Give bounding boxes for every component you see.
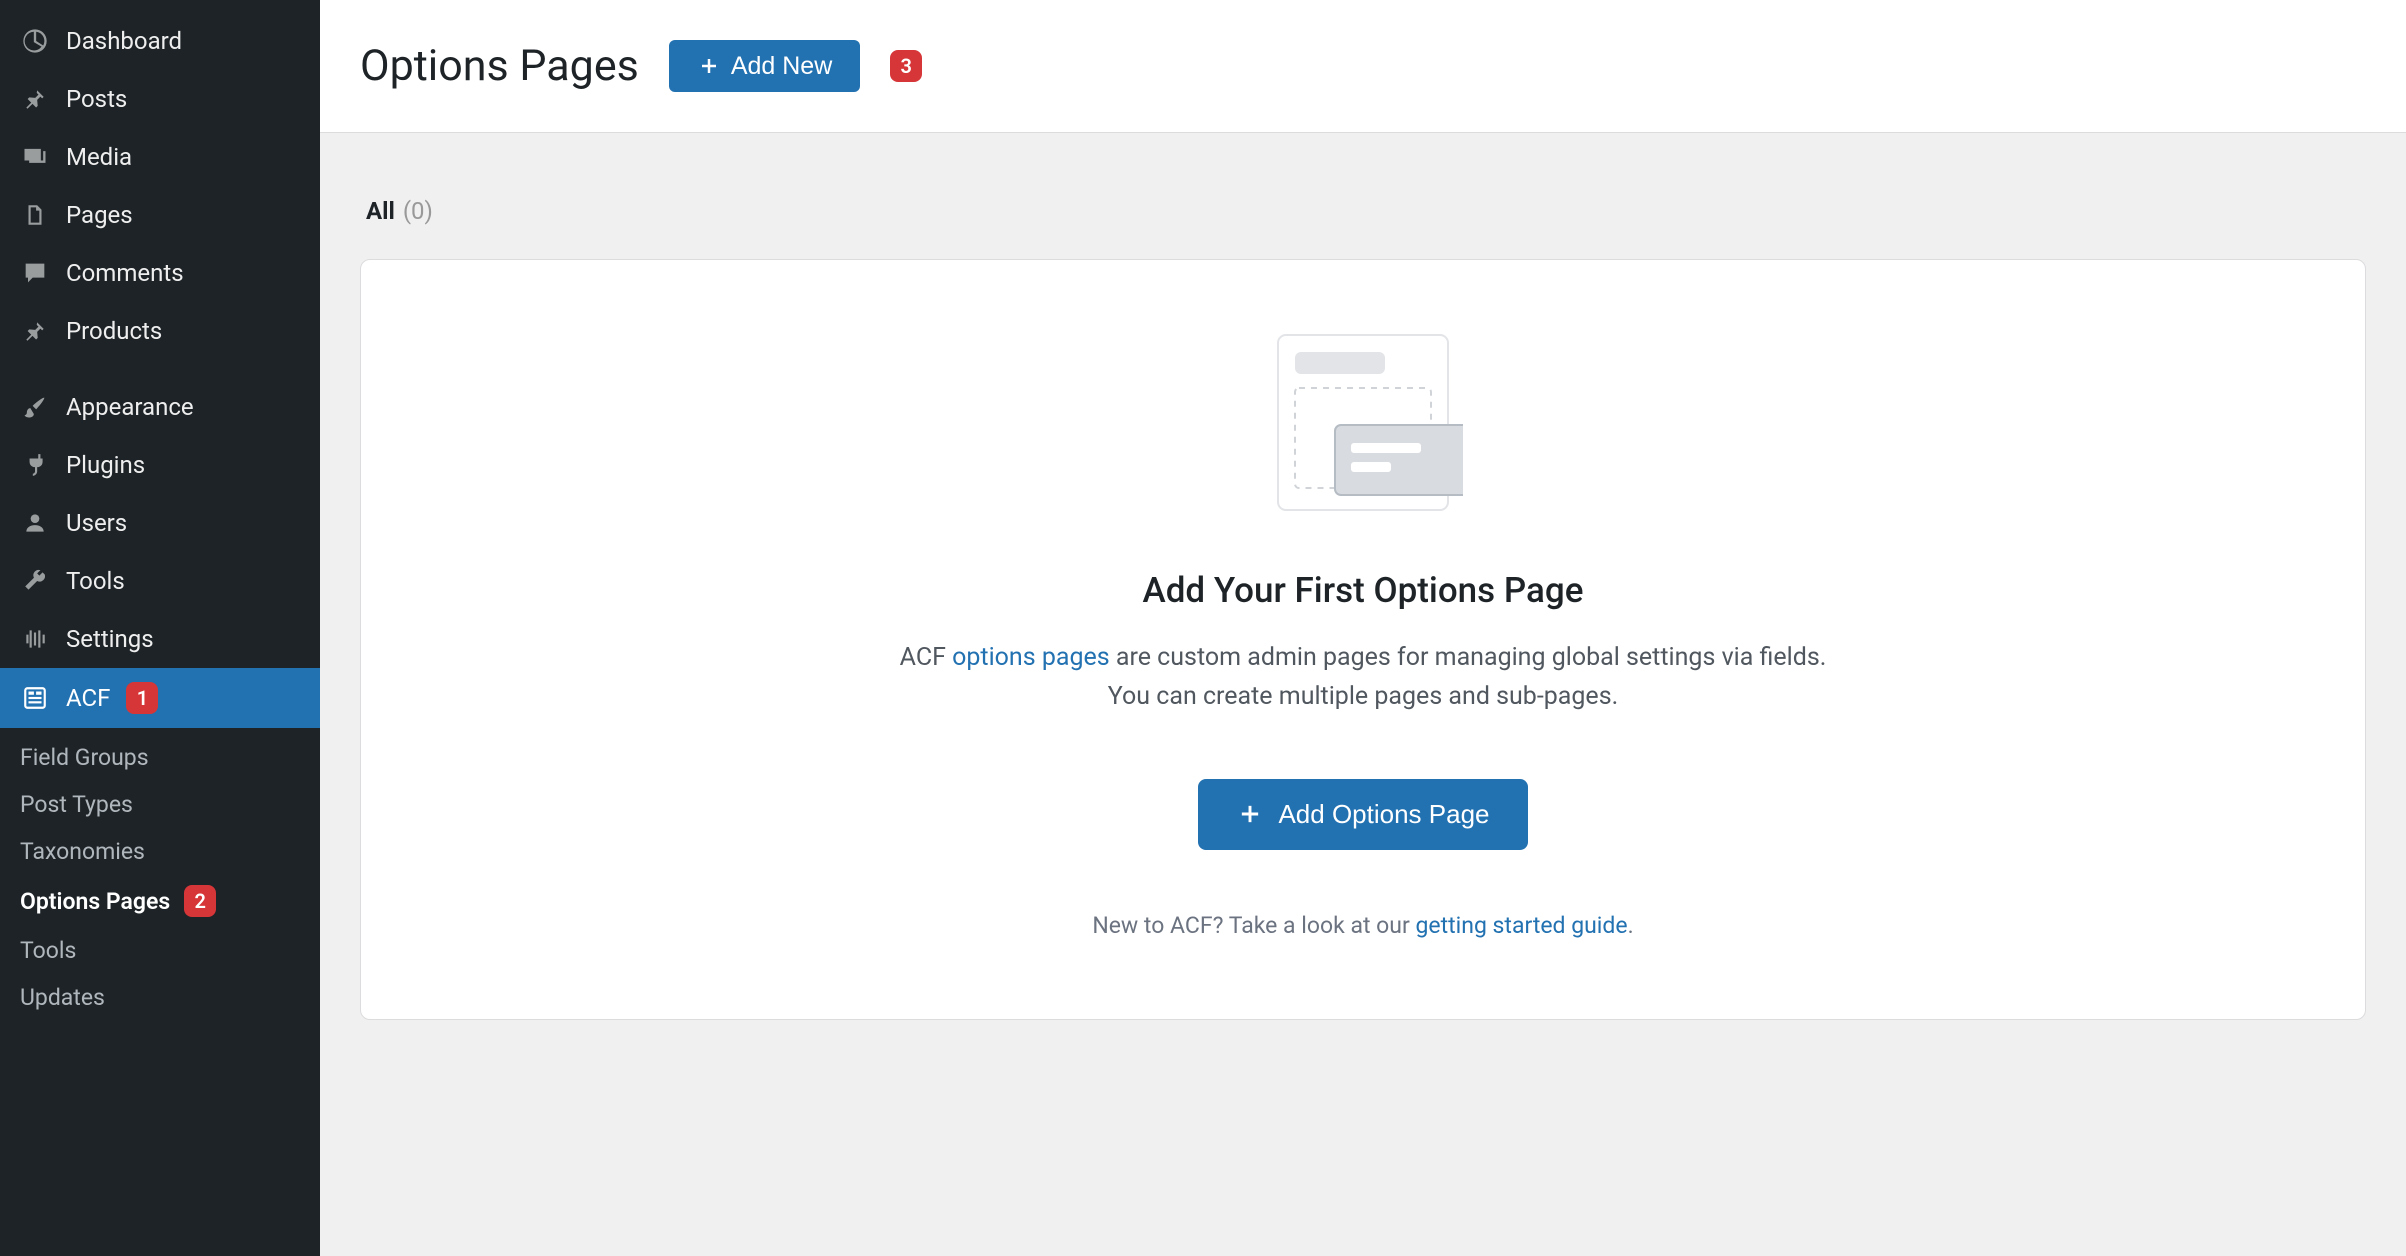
admin-sidebar: Dashboard Posts Media Pages Comments	[0, 0, 320, 1256]
sidebar-item-label: Posts	[66, 85, 127, 113]
sidebar-item-dashboard[interactable]: Dashboard	[0, 12, 320, 70]
submenu-item-taxonomies[interactable]: Taxonomies	[0, 828, 320, 875]
options-pages-link[interactable]: options pages	[952, 643, 1110, 672]
submenu-item-acf-tools[interactable]: Tools	[0, 927, 320, 974]
wrench-icon	[20, 566, 50, 596]
settings-icon	[20, 624, 50, 654]
acf-icon	[20, 683, 50, 713]
submenu-item-label: Tools	[20, 937, 76, 964]
add-options-page-button[interactable]: Add Options Page	[1198, 779, 1527, 850]
empty-description: ACF options pages are custom admin pages…	[883, 639, 1843, 717]
sidebar-item-pages[interactable]: Pages	[0, 186, 320, 244]
submenu-item-options-pages[interactable]: Options Pages 2	[0, 875, 320, 927]
acf-submenu: Field Groups Post Types Taxonomies Optio…	[0, 728, 320, 1027]
sidebar-item-label: ACF	[66, 684, 110, 712]
sidebar-item-label: Dashboard	[66, 27, 182, 55]
submenu-item-updates[interactable]: Updates	[0, 974, 320, 1021]
sidebar-item-products[interactable]: Products	[0, 302, 320, 360]
sidebar-item-comments[interactable]: Comments	[0, 244, 320, 302]
options-badge: 2	[184, 885, 216, 917]
sidebar-item-label: Products	[66, 317, 162, 345]
filter-tabs: All (0)	[360, 173, 2366, 259]
add-new-button[interactable]: Add New	[669, 40, 860, 92]
sidebar-item-label: Media	[66, 143, 132, 171]
sidebar-item-label: Settings	[66, 625, 154, 653]
empty-illustration	[1263, 330, 1463, 520]
sidebar-item-label: Users	[66, 509, 127, 537]
plus-icon	[697, 54, 721, 78]
filter-all[interactable]: All	[366, 197, 395, 225]
page-icon	[20, 200, 50, 230]
submenu-item-label: Field Groups	[20, 744, 149, 771]
button-label: Add New	[731, 52, 832, 81]
sidebar-item-label: Plugins	[66, 451, 145, 479]
sidebar-item-media[interactable]: Media	[0, 128, 320, 186]
brush-icon	[20, 392, 50, 422]
sidebar-item-plugins[interactable]: Plugins	[0, 436, 320, 494]
submenu-item-label: Updates	[20, 984, 105, 1011]
empty-state-card: Add Your First Options Page ACF options …	[360, 259, 2366, 1020]
empty-title: Add Your First Options Page	[1143, 570, 1584, 611]
plug-icon	[20, 450, 50, 480]
sidebar-item-settings[interactable]: Settings	[0, 610, 320, 668]
submenu-item-label: Post Types	[20, 791, 133, 818]
sidebar-item-label: Pages	[66, 201, 133, 229]
submenu-item-post-types[interactable]: Post Types	[0, 781, 320, 828]
sidebar-item-posts[interactable]: Posts	[0, 70, 320, 128]
comment-icon	[20, 258, 50, 288]
sidebar-item-label: Comments	[66, 259, 184, 287]
sidebar-item-label: Tools	[66, 567, 125, 595]
user-icon	[20, 508, 50, 538]
getting-started-link[interactable]: getting started guide	[1415, 912, 1627, 939]
media-icon	[20, 142, 50, 172]
main-content: Options Pages Add New 3 All (0)	[320, 0, 2406, 1256]
pin-icon	[20, 84, 50, 114]
pin-icon	[20, 316, 50, 346]
plus-icon	[1236, 800, 1264, 828]
page-header: Options Pages Add New 3	[320, 0, 2406, 133]
page-title: Options Pages	[360, 41, 639, 91]
button-label: Add Options Page	[1278, 799, 1489, 830]
sidebar-item-tools[interactable]: Tools	[0, 552, 320, 610]
header-badge: 3	[890, 50, 922, 82]
sidebar-item-label: Appearance	[66, 393, 194, 421]
acf-badge: 1	[126, 682, 158, 714]
filter-all-count: (0)	[403, 197, 433, 225]
empty-footer: New to ACF? Take a look at our getting s…	[1092, 912, 1633, 939]
submenu-item-label: Options Pages	[20, 888, 170, 915]
submenu-item-label: Taxonomies	[20, 838, 145, 865]
sidebar-item-appearance[interactable]: Appearance	[0, 378, 320, 436]
sidebar-item-acf[interactable]: ACF 1	[0, 668, 320, 728]
dashboard-icon	[20, 26, 50, 56]
submenu-item-field-groups[interactable]: Field Groups	[0, 734, 320, 781]
sidebar-item-users[interactable]: Users	[0, 494, 320, 552]
